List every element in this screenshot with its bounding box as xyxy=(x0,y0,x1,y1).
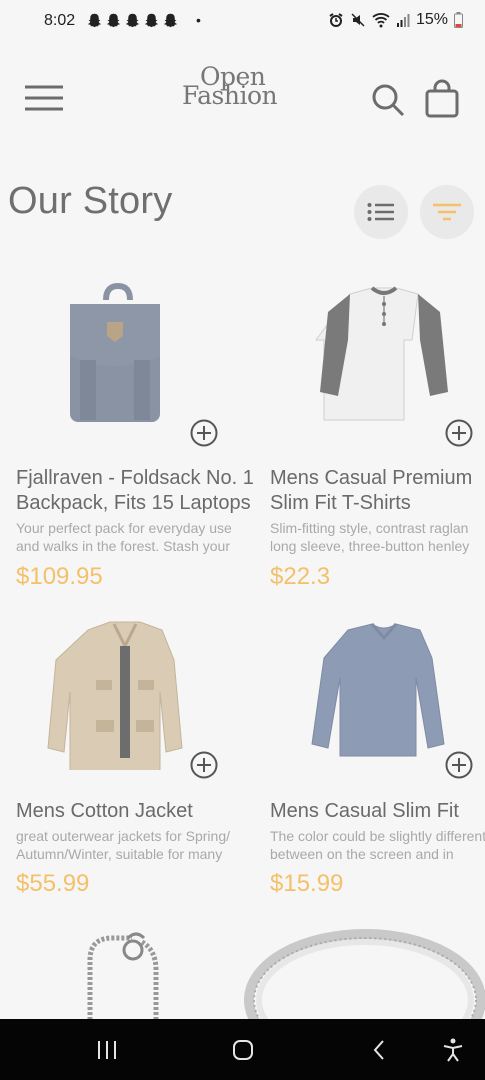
wifi-icon xyxy=(372,13,390,28)
product-title: Mens Cotton Jacket xyxy=(16,800,193,822)
menu-icon xyxy=(25,85,63,111)
top-app-bar: Open Fashion xyxy=(0,55,485,145)
back-button[interactable] xyxy=(364,1037,394,1063)
system-status-icons: 15% xyxy=(328,11,463,29)
snapchat-icon xyxy=(106,13,121,28)
battery-percent: 15% xyxy=(415,11,448,28)
snapchat-icon xyxy=(144,13,159,28)
henley-shirt-image xyxy=(315,286,448,421)
product-image[interactable] xyxy=(16,270,252,430)
product-description: long sleeve, three-button henley xyxy=(270,538,470,554)
product-description: and walks in the forest. Stash your xyxy=(16,538,230,554)
page-title: Our Story xyxy=(8,180,173,222)
product-image[interactable] xyxy=(16,610,252,775)
product-description: The color could be slightly different xyxy=(270,828,485,844)
product-description: great outerwear jackets for Spring/ xyxy=(16,828,230,844)
status-dot: • xyxy=(196,12,201,28)
plus-circle-icon xyxy=(445,419,473,447)
product-card[interactable]: Fjallraven - Foldsack No. 1 Backpack, Fi… xyxy=(16,270,254,600)
snapchat-icon xyxy=(125,13,140,28)
menu-button[interactable] xyxy=(22,80,66,116)
list-view-button[interactable] xyxy=(354,185,408,239)
add-to-cart-button[interactable] xyxy=(444,418,474,448)
add-to-cart-button[interactable] xyxy=(189,750,219,780)
shopping-bag-icon xyxy=(425,79,459,118)
snapchat-icon xyxy=(163,13,178,28)
search-icon xyxy=(372,84,405,117)
product-title: Fjallraven - Foldsack No. 1 xyxy=(16,467,254,489)
product-card[interactable]: Mens Casual Premium Slim Fit T-Shirts Sl… xyxy=(270,270,485,600)
shopping-bag-button[interactable] xyxy=(420,77,464,121)
product-image[interactable] xyxy=(270,270,485,430)
product-price: $22.3 xyxy=(270,563,331,590)
accessibility-button[interactable] xyxy=(438,1037,468,1063)
list-view-icon xyxy=(367,203,394,221)
product-card[interactable] xyxy=(240,920,485,1019)
add-to-cart-button[interactable] xyxy=(444,750,474,780)
snapchat-icon xyxy=(87,13,102,28)
alarm-icon xyxy=(329,13,343,27)
status-bar: 8:02 • 15% xyxy=(0,0,485,44)
product-price: $55.99 xyxy=(16,870,90,897)
signal-icon xyxy=(396,14,410,27)
brand-logo[interactable]: Open Fashion xyxy=(178,62,292,118)
add-to-cart-button[interactable] xyxy=(189,418,219,448)
silver-ring-image xyxy=(244,929,485,1019)
search-button[interactable] xyxy=(366,78,410,122)
product-price: $15.99 xyxy=(270,870,344,897)
filter-icon xyxy=(433,203,461,221)
filter-button[interactable] xyxy=(420,185,474,239)
product-description: Your perfect pack for everyday use xyxy=(16,520,232,536)
plus-circle-icon xyxy=(190,419,218,447)
home-button[interactable] xyxy=(228,1037,258,1063)
notification-icons xyxy=(86,12,179,29)
product-card[interactable] xyxy=(16,920,252,1019)
accessibility-icon xyxy=(443,1038,463,1062)
plus-circle-icon xyxy=(190,751,218,779)
product-title: Slim Fit T-Shirts xyxy=(270,492,411,514)
status-time: 8:02 xyxy=(44,12,76,29)
product-card[interactable]: Mens Cotton Jacket great outerwear jacke… xyxy=(16,610,252,900)
product-description: Slim-fitting style, contrast raglan xyxy=(270,520,469,536)
product-title: Backpack, Fits 15 Laptops xyxy=(16,492,251,514)
system-navigation-bar xyxy=(0,1019,485,1080)
mute-icon xyxy=(351,13,365,27)
product-card[interactable]: Mens Casual Slim Fit The color could be … xyxy=(270,610,485,900)
back-icon xyxy=(373,1040,384,1060)
product-description: Autumn/Winter, suitable for many xyxy=(16,846,223,862)
product-title: Mens Casual Premium xyxy=(270,467,473,489)
product-image[interactable] xyxy=(270,610,485,770)
product-price: $109.95 xyxy=(16,563,103,590)
product-title: Mens Casual Slim Fit xyxy=(270,800,459,822)
battery-icon xyxy=(454,12,463,28)
backpack-image xyxy=(70,282,160,422)
recent-apps-button[interactable] xyxy=(92,1037,122,1063)
product-description: between on the screen and in xyxy=(270,846,454,862)
bracelet-image xyxy=(87,932,159,1019)
plus-circle-icon xyxy=(445,751,473,779)
cotton-jacket-image xyxy=(47,621,183,775)
recent-apps-icon xyxy=(98,1041,116,1059)
home-icon xyxy=(233,1040,253,1060)
long-sleeve-tee-image xyxy=(311,623,445,757)
logo-line-fashion: Fashion xyxy=(182,81,278,110)
